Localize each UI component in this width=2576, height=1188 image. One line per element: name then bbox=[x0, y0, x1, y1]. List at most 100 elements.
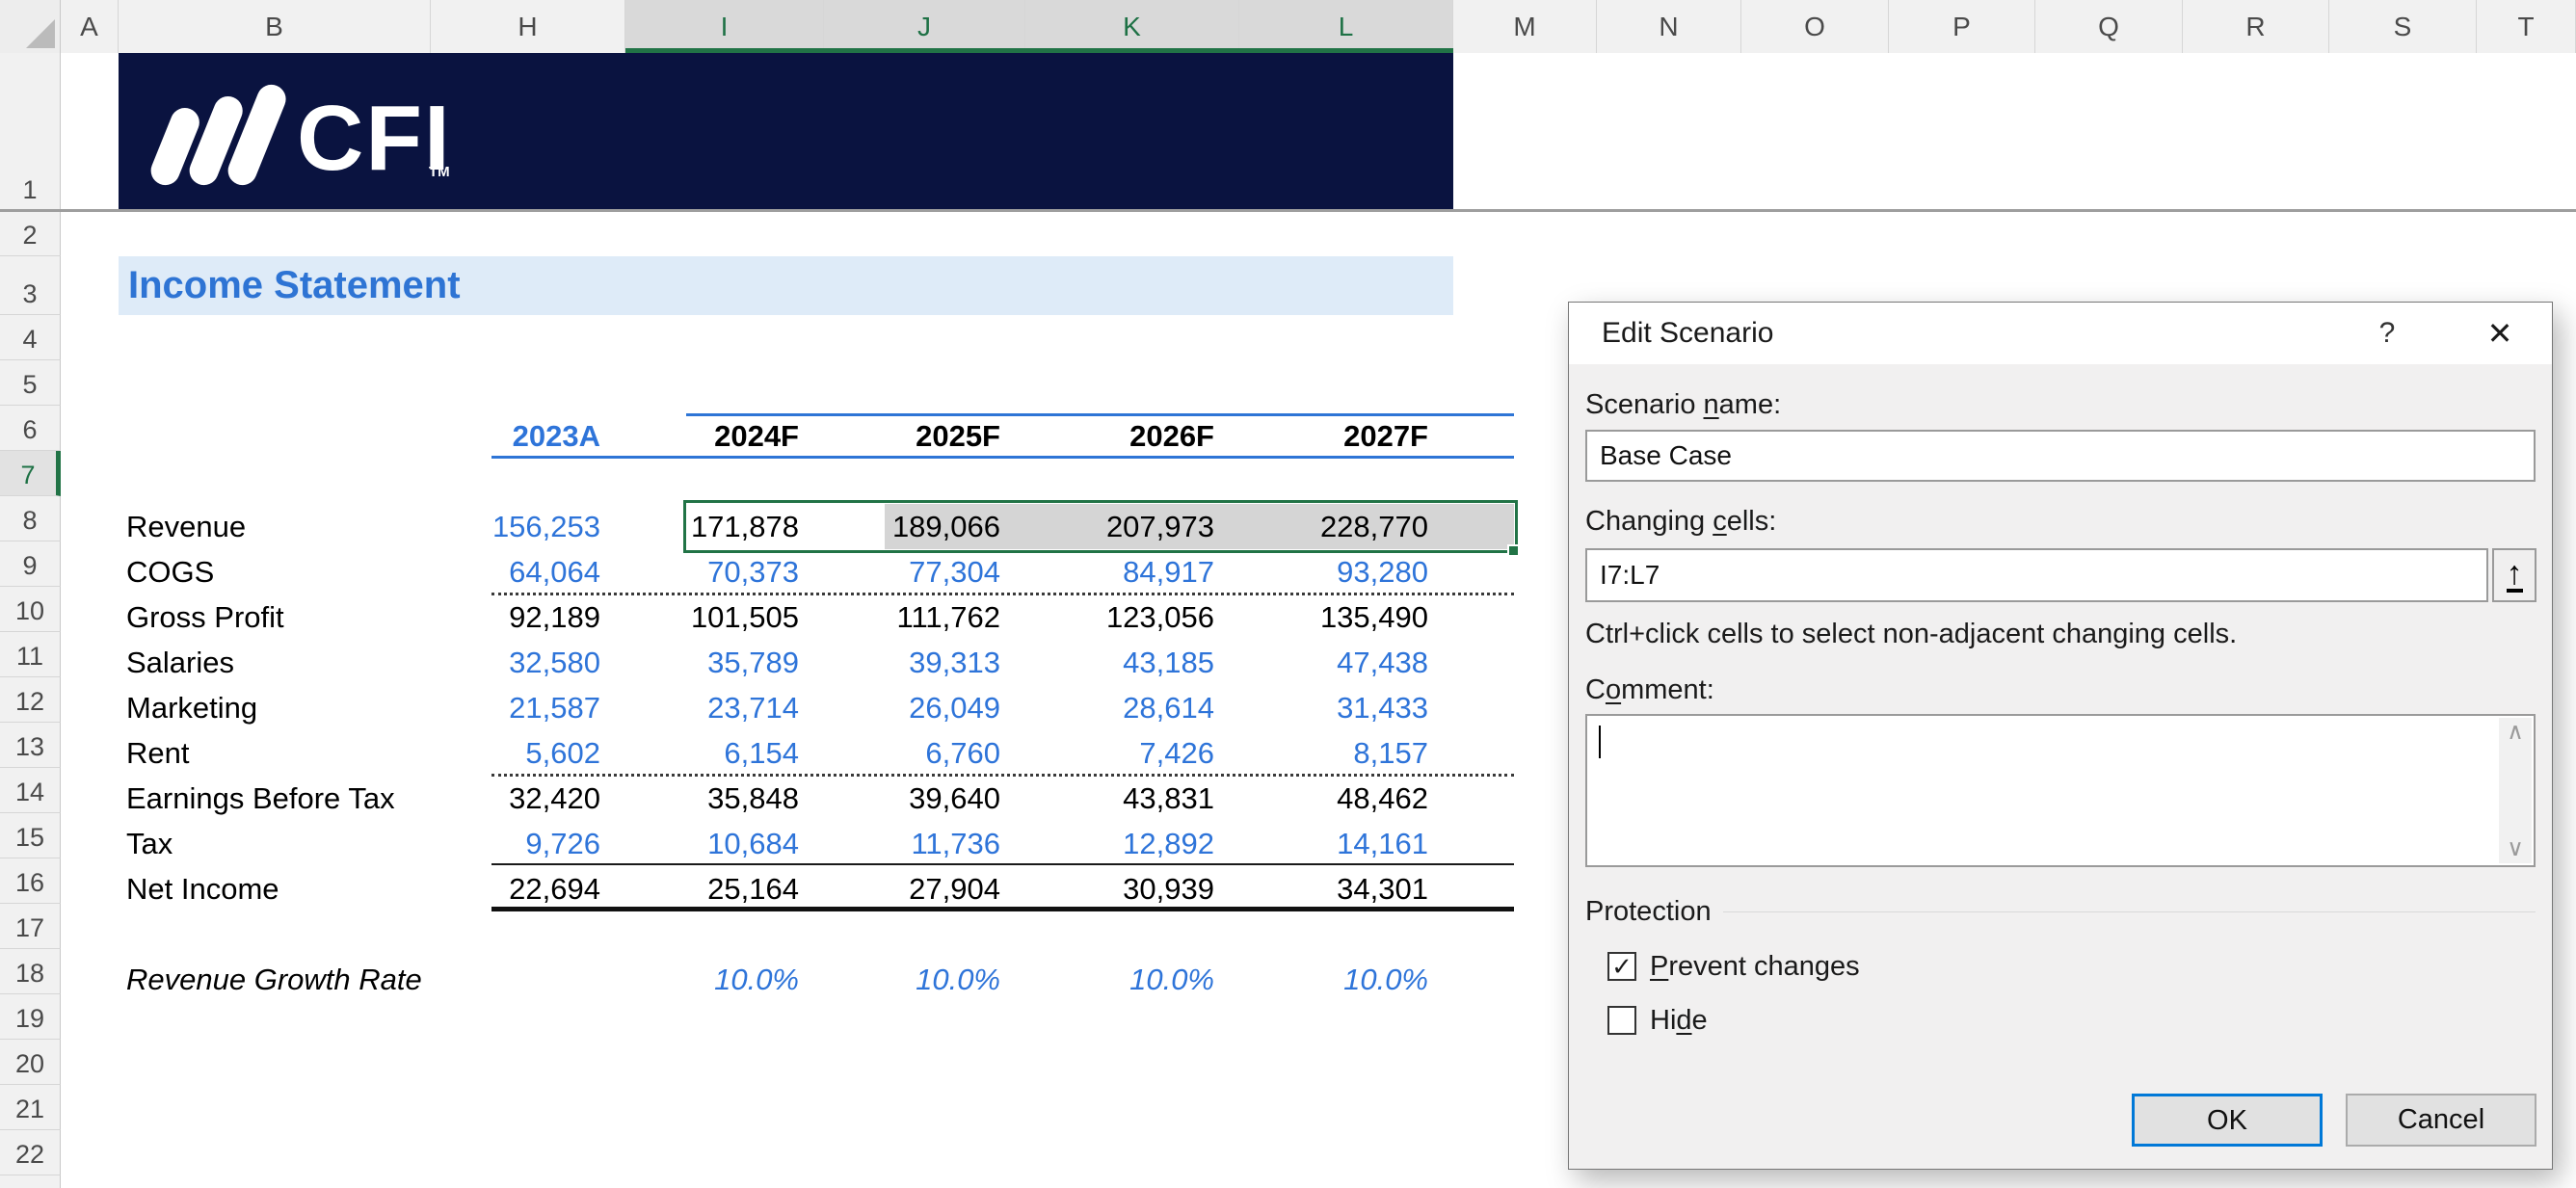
column-header-I[interactable]: I bbox=[625, 0, 824, 53]
scenario-name-label: Scenario name: bbox=[1585, 389, 1782, 420]
row-header-16[interactable]: 16 bbox=[0, 858, 61, 904]
row-header-10[interactable]: 10 bbox=[0, 587, 61, 632]
help-icon[interactable]: ? bbox=[2357, 303, 2417, 364]
column-header-H[interactable]: H bbox=[431, 0, 625, 53]
hide-checkbox[interactable] bbox=[1607, 1006, 1636, 1035]
table-row-rent: Rent 5,602 6,154 6,760 7,426 8,157 bbox=[119, 730, 1453, 776]
row-header-18[interactable]: 18 bbox=[0, 949, 61, 994]
protection-group-line bbox=[1723, 911, 2536, 912]
ok-button[interactable]: OK bbox=[2132, 1094, 2323, 1147]
row-header-2[interactable]: 2 bbox=[0, 211, 61, 256]
row-header-5[interactable]: 5 bbox=[0, 360, 61, 406]
select-all-triangle-icon bbox=[26, 19, 55, 48]
row-header-4[interactable]: 4 bbox=[0, 315, 61, 360]
year-header-2025F[interactable]: 2025F bbox=[824, 413, 1025, 459]
ctrl-click-helper-text: Ctrl+click cells to select non-adjacent … bbox=[1585, 619, 2238, 649]
table-row-salaries: Salaries 32,580 35,789 39,313 43,185 47,… bbox=[119, 640, 1453, 685]
changing-cells-value: I7:L7 bbox=[1600, 560, 1660, 590]
comment-scrollbar[interactable]: ∧ ∨ bbox=[2499, 718, 2532, 863]
row-header-6[interactable]: 6 bbox=[0, 406, 61, 451]
sheet-title-band: Income Statement bbox=[119, 256, 1453, 315]
column-header-S[interactable]: S bbox=[2329, 0, 2477, 53]
excel-window: A B H I J K L M N O P Q R S T 1 2 3 4 5 … bbox=[0, 0, 2576, 1188]
row-header-1[interactable]: 1 bbox=[0, 53, 61, 211]
table-row-net-income: Net Income 22,694 25,164 27,904 30,939 3… bbox=[119, 866, 1453, 911]
scroll-down-icon[interactable]: ∨ bbox=[2507, 834, 2524, 863]
prevent-changes-label[interactable]: Prevent changes bbox=[1650, 951, 1860, 983]
close-icon[interactable]: ✕ bbox=[2463, 303, 2536, 364]
table-row-cogs: COGS 64,064 70,373 77,304 84,917 93,280 bbox=[119, 549, 1453, 594]
column-header-A[interactable]: A bbox=[61, 0, 119, 53]
up-arrow-icon: ↑ bbox=[2506, 554, 2523, 592]
row-label[interactable]: Rent bbox=[119, 730, 431, 776]
scenario-name-input[interactable]: Base Case bbox=[1585, 430, 2536, 482]
prevent-changes-checkbox[interactable]: ✓ bbox=[1607, 952, 1636, 981]
row-header-11[interactable]: 11 bbox=[0, 632, 61, 677]
column-header-T[interactable]: T bbox=[2477, 0, 2576, 53]
row-header-9[interactable]: 9 bbox=[0, 541, 61, 587]
column-header-L[interactable]: L bbox=[1239, 0, 1453, 53]
comment-textarea[interactable]: ∧ ∨ bbox=[1585, 714, 2536, 867]
row-label[interactable]: Tax bbox=[119, 821, 431, 866]
row-label[interactable]: COGS bbox=[119, 549, 431, 594]
column-header-Q[interactable]: Q bbox=[2035, 0, 2183, 53]
changing-cells-input[interactable]: I7:L7 bbox=[1585, 548, 2488, 602]
row-header-8[interactable]: 8 bbox=[0, 496, 61, 541]
select-all-button[interactable] bbox=[0, 0, 61, 53]
column-header-N[interactable]: N bbox=[1597, 0, 1741, 53]
net-income-double-border bbox=[491, 907, 1514, 911]
row-header-17[interactable]: 17 bbox=[0, 904, 61, 949]
row-header-20[interactable]: 20 bbox=[0, 1040, 61, 1085]
protection-group-label: Protection bbox=[1585, 896, 1723, 928]
table-row-revenue-growth-rate: Revenue Growth Rate 10.0% 10.0% 10.0% 10… bbox=[119, 957, 1453, 1002]
column-header-K[interactable]: K bbox=[1025, 0, 1239, 53]
year-header-row: 2023A 2024F 2025F 2026F 2027F bbox=[119, 413, 1453, 459]
column-header-O[interactable]: O bbox=[1741, 0, 1889, 53]
row-label[interactable]: Revenue Growth Rate bbox=[119, 957, 431, 1002]
row-header-12[interactable]: 12 bbox=[0, 677, 61, 723]
row-label[interactable]: Net Income bbox=[119, 866, 431, 911]
selected-columns-underline bbox=[625, 48, 1453, 53]
year-header-2023A[interactable]: 2023A bbox=[431, 413, 625, 459]
table-row-gross-profit: Gross Profit 92,189 101,505 111,762 123,… bbox=[119, 594, 1453, 640]
row-header-22[interactable]: 22 bbox=[0, 1130, 61, 1175]
column-header-R[interactable]: R bbox=[2183, 0, 2329, 53]
row-header-14[interactable]: 14 bbox=[0, 768, 61, 813]
cancel-button[interactable]: Cancel bbox=[2346, 1094, 2536, 1147]
row-label[interactable]: Salaries bbox=[119, 640, 431, 685]
row-header-15[interactable]: 15 bbox=[0, 813, 61, 858]
cfi-logo-trademark: TM bbox=[429, 164, 450, 180]
year-header-2027F[interactable]: 2027F bbox=[1239, 413, 1453, 459]
hide-label[interactable]: Hide bbox=[1650, 1005, 1708, 1037]
year-header-2026F[interactable]: 2026F bbox=[1025, 413, 1239, 459]
row-label[interactable]: Revenue bbox=[119, 504, 431, 549]
table-row-marketing: Marketing 21,587 23,714 26,049 28,614 31… bbox=[119, 685, 1453, 730]
scroll-up-icon[interactable]: ∧ bbox=[2507, 718, 2524, 747]
row-label[interactable]: Gross Profit bbox=[119, 594, 431, 640]
sheet-title: Income Statement bbox=[128, 264, 461, 306]
row-label[interactable]: Marketing bbox=[119, 685, 431, 730]
row-header-7[interactable]: 7 bbox=[0, 451, 61, 496]
selected-range-border bbox=[683, 500, 1518, 553]
row-header-21[interactable]: 21 bbox=[0, 1085, 61, 1130]
year-header-2024F[interactable]: 2024F bbox=[625, 413, 824, 459]
row-header-3[interactable]: 3 bbox=[0, 256, 61, 315]
text-cursor bbox=[1599, 726, 1601, 758]
cogs-dotted-border bbox=[491, 593, 1514, 595]
column-header-P[interactable]: P bbox=[1889, 0, 2035, 53]
hide-checkbox-row: Hide bbox=[1607, 1005, 1708, 1036]
row-label[interactable]: Earnings Before Tax bbox=[119, 776, 431, 821]
changing-cells-label: Changing cells: bbox=[1585, 506, 1777, 537]
range-selector-button[interactable]: ↑ bbox=[2492, 548, 2536, 602]
row-header-13[interactable]: 13 bbox=[0, 723, 61, 768]
row-header-23[interactable]: 23 bbox=[0, 1175, 61, 1188]
fill-handle[interactable] bbox=[1507, 544, 1520, 557]
column-header-B[interactable]: B bbox=[119, 0, 431, 53]
cell-H7[interactable]: 156,253 bbox=[431, 504, 625, 549]
dialog-titlebar[interactable]: Edit Scenario ? ✕ bbox=[1569, 303, 2552, 364]
dialog-title: Edit Scenario bbox=[1602, 317, 1774, 349]
scenario-name-value: Base Case bbox=[1600, 440, 1732, 470]
column-header-J[interactable]: J bbox=[824, 0, 1025, 53]
column-header-M[interactable]: M bbox=[1453, 0, 1597, 53]
row-header-19[interactable]: 19 bbox=[0, 994, 61, 1040]
